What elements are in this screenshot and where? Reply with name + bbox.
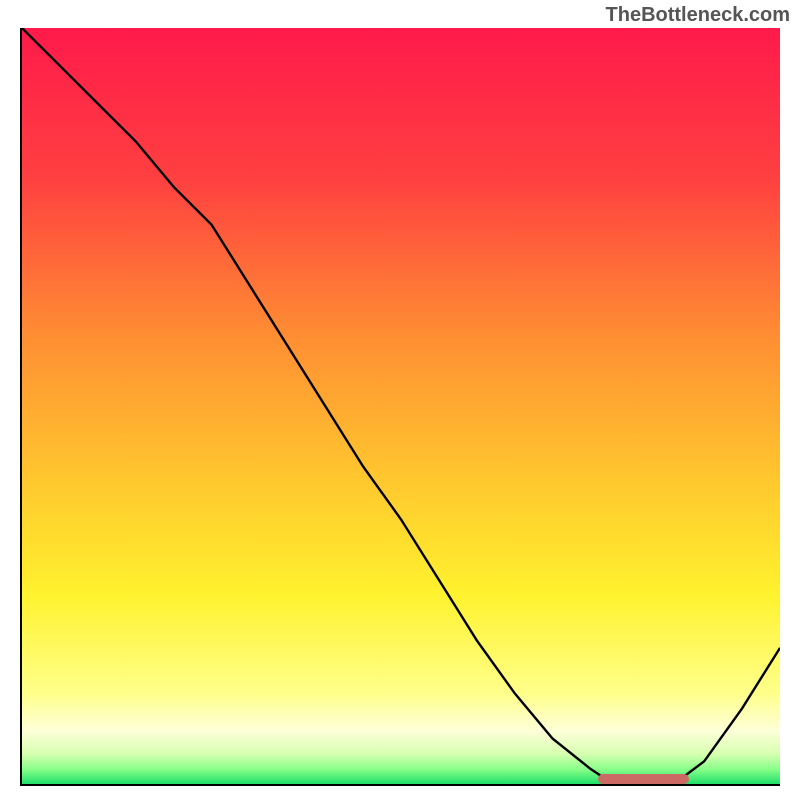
optimal-range-marker: [598, 774, 689, 784]
plot-area: [20, 28, 780, 786]
curve-svg: [22, 28, 780, 784]
attribution-text: TheBottleneck.com: [606, 4, 790, 27]
bottleneck-curve: [22, 28, 780, 784]
